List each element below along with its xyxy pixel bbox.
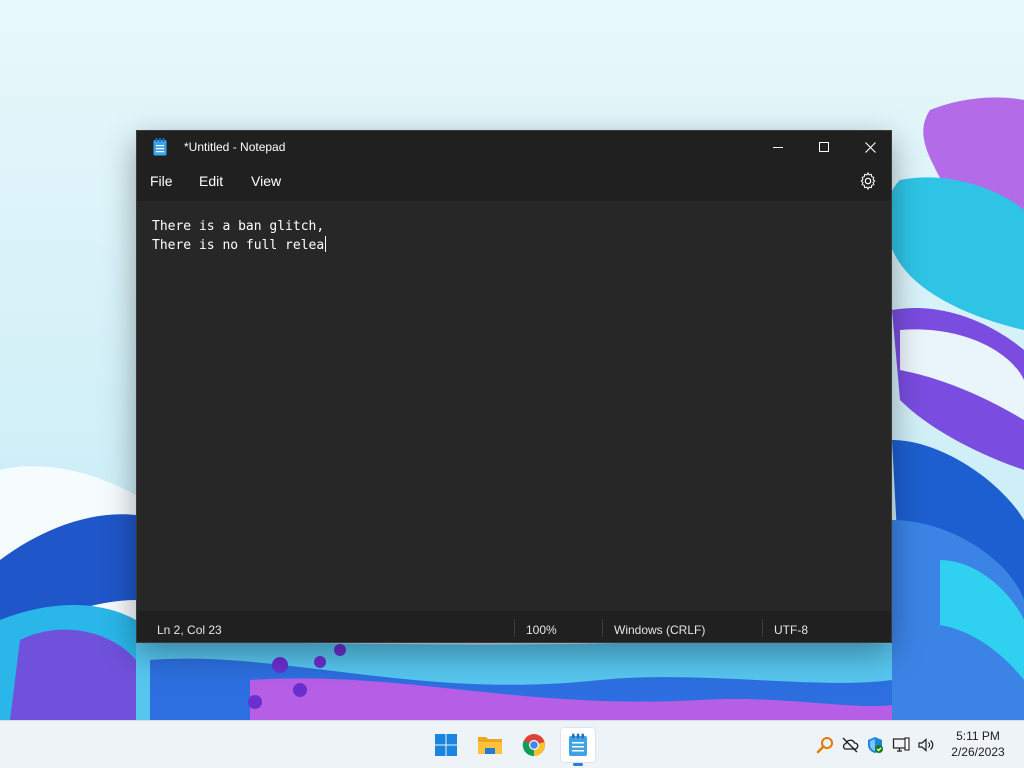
clock-time: 5:11 PM	[956, 729, 1000, 743]
minimize-icon	[773, 147, 783, 148]
text-caret	[325, 236, 327, 252]
status-bar: Ln 2, Col 23 100% Windows (CRLF) UTF-8	[137, 611, 891, 642]
encoding: UTF-8	[774, 623, 808, 637]
clock-date: 2/26/2023	[951, 745, 1005, 759]
title-bar[interactable]: *Untitled - Notepad	[137, 131, 891, 163]
editor-text: There is a ban glitch, There is no full …	[152, 218, 327, 255]
cursor-position: Ln 2, Col 23	[157, 623, 222, 637]
notepad-icon	[569, 733, 587, 756]
minimize-button[interactable]	[755, 131, 801, 163]
menu-edit[interactable]: Edit	[199, 173, 223, 189]
active-app-indicator	[573, 763, 583, 766]
status-divider	[762, 619, 763, 637]
window-title: *Untitled - Notepad	[184, 140, 286, 154]
status-divider	[514, 619, 515, 637]
chrome-button[interactable]	[516, 727, 552, 763]
chrome-icon	[522, 734, 545, 757]
close-button[interactable]	[847, 131, 893, 163]
menu-bar: File Edit View	[137, 163, 891, 201]
volume-icon[interactable]	[917, 736, 935, 754]
editor-line-1: There is a ban glitch,	[152, 219, 325, 234]
line-ending: Windows (CRLF)	[614, 623, 706, 637]
notepad-taskbar-button[interactable]	[560, 727, 596, 763]
security-icon[interactable]	[866, 736, 884, 754]
zoom-level: 100%	[526, 623, 557, 637]
menu-view[interactable]: View	[251, 173, 281, 189]
network-icon[interactable]	[892, 736, 910, 754]
menu-file[interactable]: File	[150, 173, 173, 189]
notepad-window: *Untitled - Notepad File Edit View There…	[136, 130, 892, 643]
maximize-icon	[819, 142, 829, 152]
settings-gear-icon[interactable]	[859, 172, 877, 190]
start-icon	[435, 734, 457, 756]
file-explorer-icon	[478, 737, 502, 754]
onedrive-icon[interactable]	[841, 736, 859, 754]
system-clock[interactable]: 5:11 PM 2/26/2023	[945, 728, 1011, 760]
close-icon	[864, 141, 876, 153]
maximize-button[interactable]	[801, 131, 847, 163]
search-tool-icon[interactable]	[816, 736, 834, 754]
start-button[interactable]	[428, 727, 464, 763]
editor-line-2: There is no full relea	[152, 238, 325, 253]
text-editor-area[interactable]: There is a ban glitch, There is no full …	[137, 201, 891, 611]
status-divider	[602, 619, 603, 637]
file-explorer-button[interactable]	[472, 727, 508, 763]
notepad-app-icon	[153, 138, 167, 156]
